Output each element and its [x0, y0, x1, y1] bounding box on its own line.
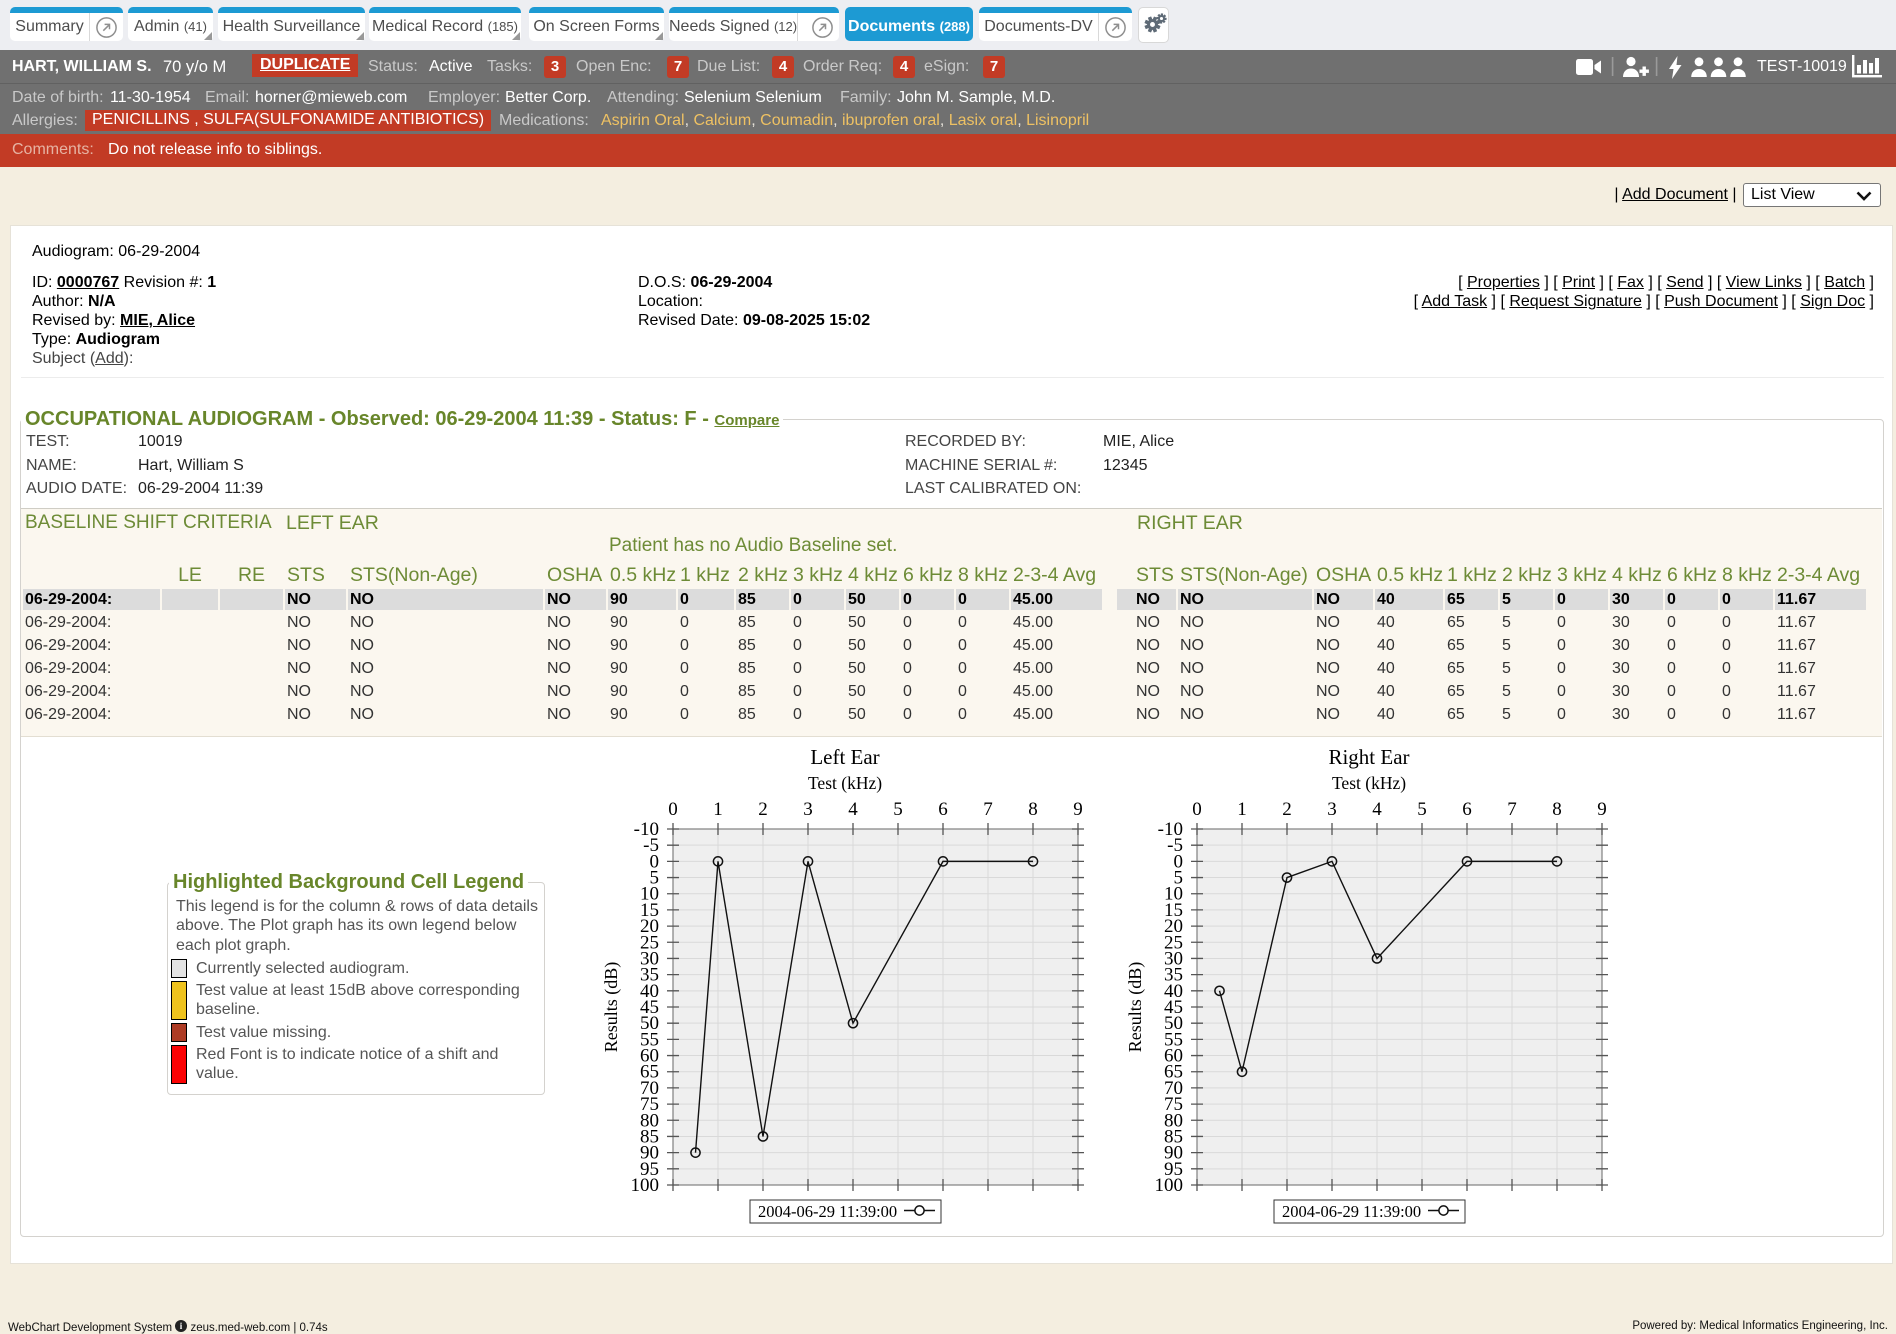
svg-text:Results (dB): Results (dB) — [1125, 962, 1146, 1053]
svg-text:9: 9 — [1597, 799, 1607, 820]
svg-text:Results (dB): Results (dB) — [601, 962, 622, 1053]
svg-text:2: 2 — [1282, 799, 1292, 820]
svg-text:1: 1 — [1237, 799, 1247, 820]
svg-text:6: 6 — [1462, 799, 1472, 820]
svg-text:2: 2 — [758, 799, 768, 820]
svg-text:4: 4 — [848, 799, 858, 820]
svg-text:Left Ear: Left Ear — [810, 745, 879, 769]
svg-text:5: 5 — [1417, 799, 1427, 820]
svg-text:3: 3 — [1327, 799, 1337, 820]
svg-text:8: 8 — [1552, 799, 1562, 820]
svg-text:1: 1 — [713, 799, 723, 820]
svg-text:0: 0 — [668, 799, 678, 820]
svg-text:0: 0 — [1192, 799, 1202, 820]
svg-text:100: 100 — [1155, 1175, 1184, 1196]
svg-text:Test (kHz): Test (kHz) — [1332, 773, 1406, 793]
svg-text:3: 3 — [803, 799, 813, 820]
svg-text:4: 4 — [1372, 799, 1382, 820]
svg-text:5: 5 — [893, 799, 903, 820]
svg-text:8: 8 — [1028, 799, 1038, 820]
svg-text:7: 7 — [983, 799, 993, 820]
svg-text:Test (kHz): Test (kHz) — [808, 773, 882, 793]
svg-text:6: 6 — [938, 799, 948, 820]
svg-text:100: 100 — [631, 1175, 660, 1196]
svg-text:9: 9 — [1073, 799, 1083, 820]
svg-text:Right Ear: Right Ear — [1328, 745, 1409, 769]
svg-text:2004-06-29 11:39:00: 2004-06-29 11:39:00 — [758, 1202, 897, 1221]
svg-text:2004-06-29 11:39:00: 2004-06-29 11:39:00 — [1282, 1202, 1421, 1221]
svg-text:7: 7 — [1507, 799, 1517, 820]
